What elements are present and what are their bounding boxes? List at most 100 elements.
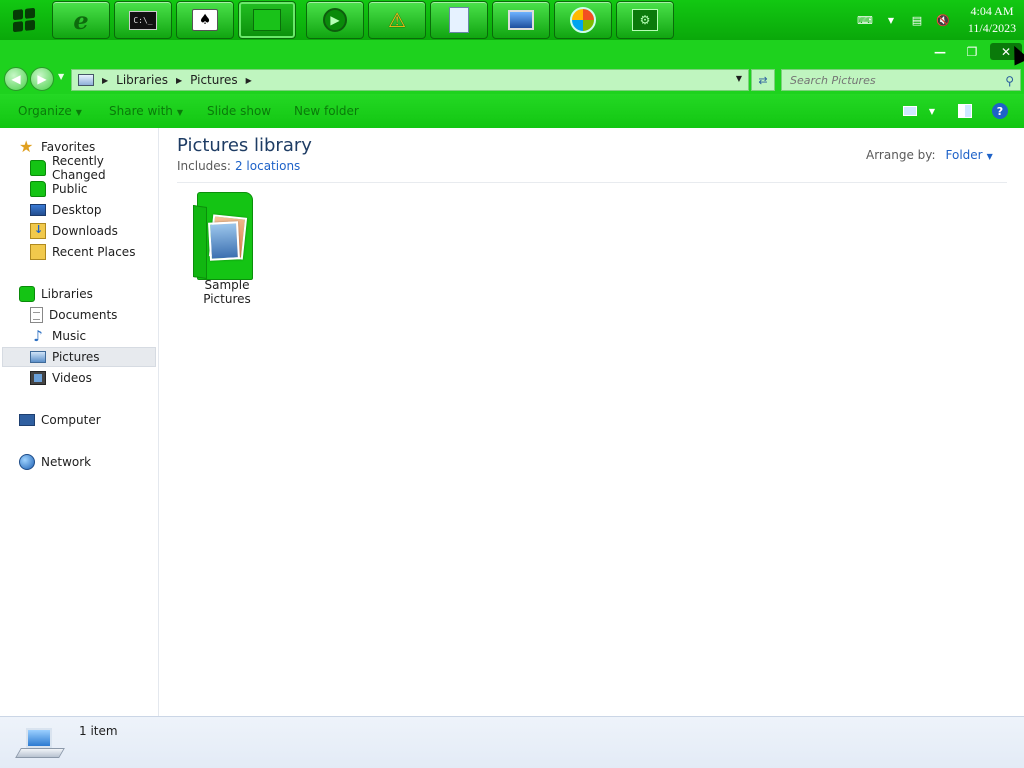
downloads-icon: [30, 223, 46, 239]
window-titlebar[interactable]: — ❐ ✕: [0, 40, 1024, 64]
system-tray: ⌨ ▼ ▤ 🔇 4:04 AM 11/4/2023: [856, 0, 1024, 40]
taskbar-notepad-button[interactable]: [430, 1, 488, 39]
breadcrumb-separator-icon[interactable]: ▶: [102, 76, 108, 85]
taskbar-windows-update-button[interactable]: [554, 1, 612, 39]
arrange-value-dropdown[interactable]: Folder: [946, 148, 983, 162]
breadcrumb-separator-icon[interactable]: ▶: [246, 76, 252, 85]
control-panel-icon: ⚙: [632, 9, 658, 31]
slide-show-label: Slide show: [207, 104, 272, 118]
clock[interactable]: 4:04 AM 11/4/2023: [960, 3, 1024, 37]
action-center-icon: ⚠: [388, 8, 406, 32]
pictures-icon: [30, 351, 46, 363]
help-icon: ?: [992, 103, 1008, 119]
organize-menu-button[interactable]: Organize ▼: [18, 104, 82, 118]
taskbar-internet-explorer-button[interactable]: e: [52, 1, 110, 39]
command-bar: Organize ▼ Share with ▼ Slide show New fol…: [0, 94, 1024, 128]
new-folder-button[interactable]: New folder: [294, 104, 359, 118]
taskbar-command-prompt-button[interactable]: C:\_: [114, 1, 172, 39]
nav-item-label: Desktop: [52, 203, 102, 217]
internet-explorer-icon: e: [73, 5, 89, 35]
recent-pages-chevron-icon[interactable]: ▼: [58, 72, 64, 81]
folder-icon: [30, 181, 46, 197]
clock-time: 4:04 AM: [970, 4, 1014, 18]
slide-show-button[interactable]: Slide show: [207, 104, 271, 118]
back-button[interactable]: ◀: [4, 67, 28, 91]
nav-network-label: Network: [41, 455, 92, 469]
search-input[interactable]: [790, 73, 990, 87]
nav-network[interactable]: Network: [19, 452, 91, 472]
change-view-button[interactable]: [900, 102, 920, 120]
share-with-label: Share with: [109, 104, 173, 118]
nav-item-pictures[interactable]: Pictures: [2, 347, 156, 367]
command-prompt-icon: C:\_: [129, 10, 157, 30]
search-box[interactable]: ⚲: [781, 69, 1021, 91]
address-bar[interactable]: ▶ Libraries ▶ Pictures ▶ ▼: [71, 69, 749, 91]
taskbar-media-player-button[interactable]: ▶: [306, 1, 364, 39]
navigation-bar: ◀ ▶ ▼ ▶ Libraries ▶ Pictures ▶ ▼ ⇄ ⚲: [0, 64, 1024, 94]
desktop-icon: [30, 204, 46, 216]
share-with-menu-button[interactable]: Share with ▼: [109, 104, 183, 118]
navigation-pane: ★ Favorites Recently Changed Public Deskt…: [0, 128, 159, 716]
nav-item-recently-changed[interactable]: Recently Changed: [30, 154, 158, 182]
search-icon[interactable]: ⚲: [1005, 74, 1014, 88]
nav-item-downloads[interactable]: Downloads: [30, 221, 118, 241]
taskbar-solitaire-button[interactable]: ♠: [176, 1, 234, 39]
nav-item-music[interactable]: ♪ Music: [30, 326, 86, 346]
help-button[interactable]: ?: [990, 102, 1010, 120]
view-options-chevron-icon[interactable]: ▼: [922, 102, 942, 120]
forward-button[interactable]: ▶: [30, 67, 54, 91]
windows-logo-icon: [13, 7, 35, 33]
breadcrumb-pictures[interactable]: Pictures: [190, 73, 238, 87]
maximize-button[interactable]: ❐: [958, 43, 986, 60]
keyboard-icon[interactable]: ⌨: [856, 11, 874, 29]
taskbar-explorer-button[interactable]: [238, 1, 296, 39]
nav-libraries-label: Libraries: [41, 287, 93, 301]
nav-computer[interactable]: Computer: [19, 410, 101, 430]
network-status-icon[interactable]: ▤: [908, 11, 926, 29]
preview-pane-icon: [958, 104, 972, 118]
back-arrow-icon: ◀: [11, 72, 21, 86]
folder-item-sample-pictures[interactable]: Sample Pictures: [179, 188, 275, 306]
notepad-icon: [449, 7, 469, 33]
nav-item-recent-places[interactable]: Recent Places: [30, 242, 135, 262]
breadcrumb-libraries[interactable]: Libraries: [116, 73, 168, 87]
media-player-icon: ▶: [323, 8, 347, 32]
pictures-library-icon: [15, 726, 65, 762]
nav-libraries[interactable]: Libraries: [19, 284, 93, 304]
minimize-button[interactable]: —: [926, 43, 954, 60]
nav-item-documents[interactable]: Documents: [30, 305, 117, 325]
taskbar: e C:\_ ♠ ▶ ⚠ ⚙ ⌨ ▼ ▤ 🔇 4:04 AM 11/4/2023: [0, 0, 1024, 40]
preview-pane-button[interactable]: [955, 102, 975, 120]
nav-item-label: Recent Places: [52, 245, 136, 259]
nav-item-desktop[interactable]: Desktop: [30, 200, 102, 220]
chevron-down-icon: ▼: [75, 108, 82, 117]
locations-link[interactable]: 2 locations: [235, 159, 300, 173]
new-folder-label: New folder: [294, 104, 359, 118]
includes-label: Includes:: [177, 159, 231, 173]
nav-item-videos[interactable]: Videos: [30, 368, 92, 388]
taskbar-action-center-button[interactable]: ⚠: [368, 1, 426, 39]
organize-label: Organize: [18, 104, 72, 118]
show-hidden-icons-chevron-icon[interactable]: ▼: [882, 11, 900, 29]
volume-muted-icon[interactable]: 🔇: [934, 11, 952, 29]
breadcrumb-separator-icon[interactable]: ▶: [176, 76, 182, 85]
address-history-chevron-icon[interactable]: ▼: [736, 74, 742, 83]
taskbar-control-panel-button[interactable]: ⚙: [616, 1, 674, 39]
start-button[interactable]: [0, 0, 48, 40]
nav-item-public[interactable]: Public: [30, 179, 88, 199]
chevron-down-icon[interactable]: ▼: [987, 152, 993, 161]
folder-icon: [253, 9, 281, 31]
nav-item-label: Videos: [52, 371, 92, 385]
documents-icon: [30, 307, 43, 323]
chevron-down-icon: ▼: [176, 108, 184, 117]
clock-date: 11/4/2023: [967, 21, 1017, 35]
taskbar-remote-desktop-button[interactable]: [492, 1, 550, 39]
refresh-button[interactable]: ⇄: [751, 69, 775, 91]
remote-desktop-icon: [508, 10, 534, 30]
nav-computer-label: Computer: [41, 413, 101, 427]
arrange-label: Arrange by:: [866, 148, 936, 162]
picture-folder-icon: [191, 188, 263, 280]
folder-icon: [30, 160, 46, 176]
restore-icon: ❐: [966, 44, 978, 59]
library-location-icon: [78, 74, 94, 86]
